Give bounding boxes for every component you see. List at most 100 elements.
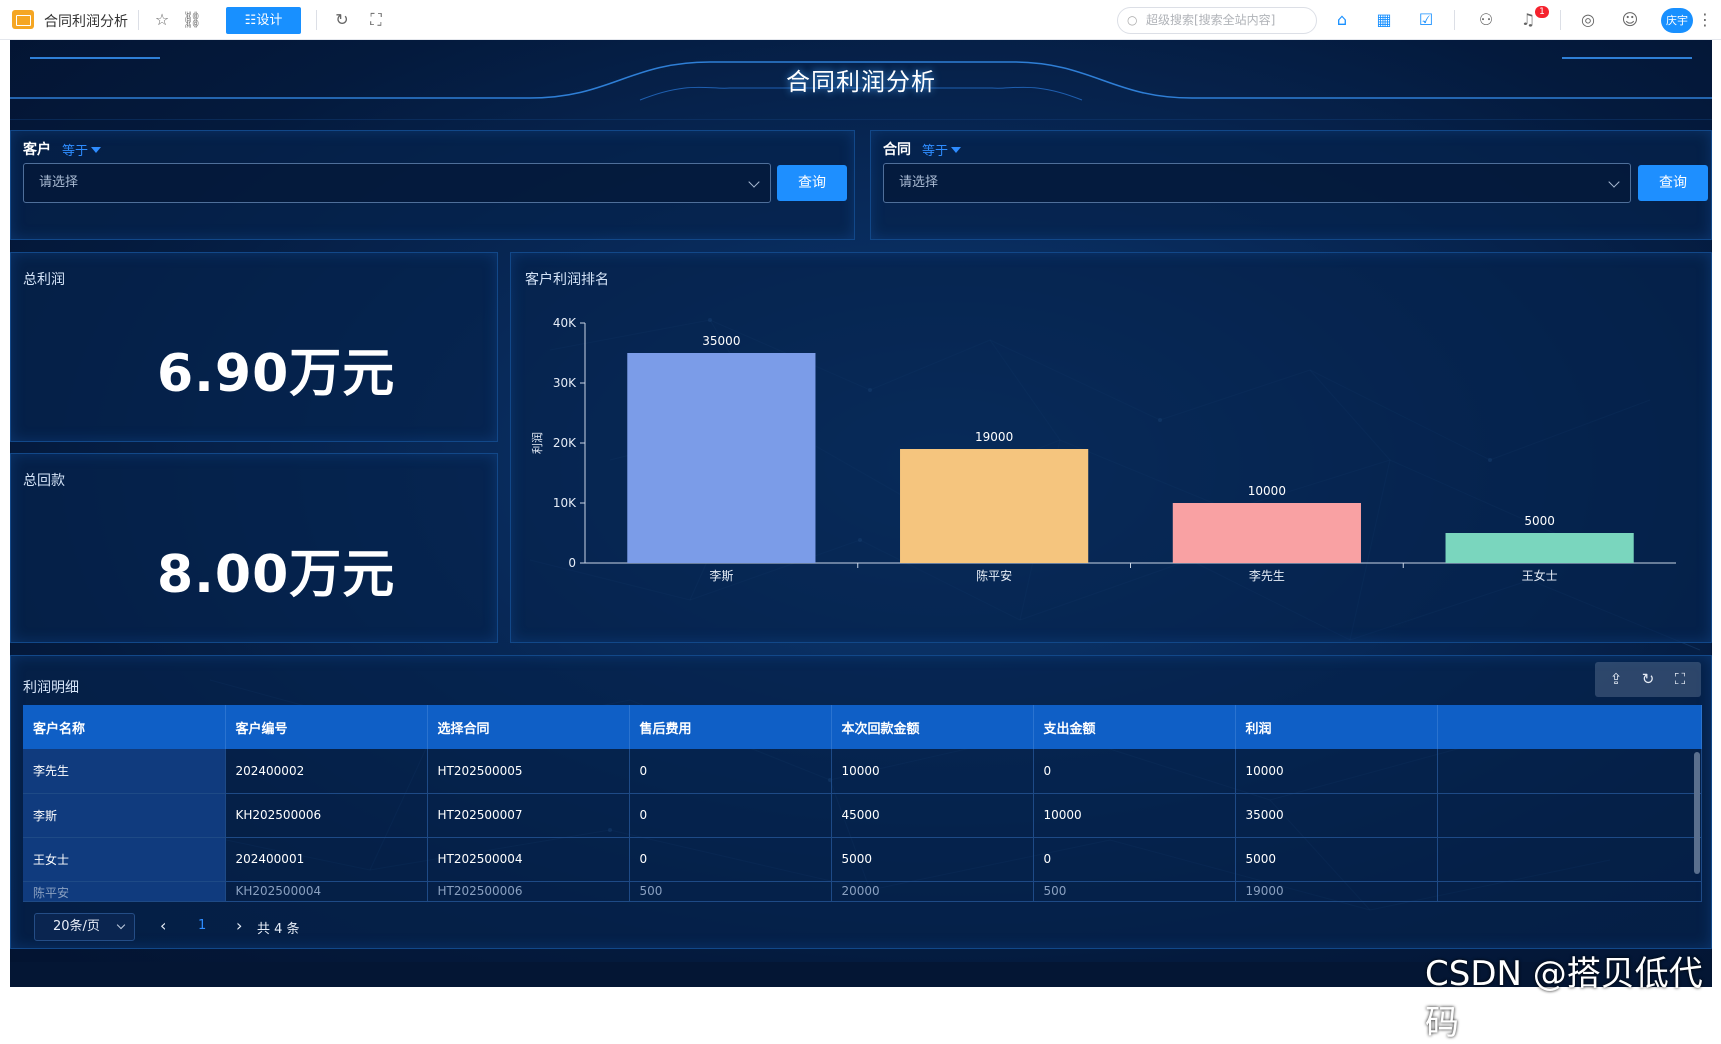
profit-bar-chart: 0 10K 20K 30K 40K 利润 35000 李斯 19000 陈平安 10000 李先生 50… <box>530 316 1676 583</box>
table-cell <box>1437 793 1702 838</box>
customer-profit-ranking-panel: 客户利润排名 0 10K 20K 30K 40K 利润 35000 李斯 19000 陈平安 100… <box>510 252 1712 643</box>
bar <box>1172 503 1361 563</box>
customer-select[interactable]: 请选择 <box>23 163 771 203</box>
apps-icon[interactable]: ▦ <box>1372 8 1396 32</box>
table-cell <box>1437 837 1702 882</box>
contract-operator-dropdown[interactable]: 等于 <box>922 140 962 159</box>
total-profit-card: 总利润 6.90万元 <box>10 252 498 442</box>
column-header[interactable]: 客户名称 <box>23 705 226 749</box>
total-count: 共 4 条 <box>257 922 300 937</box>
table-header-row: 客户名称 客户编号 选择合同 售后费用 本次回款金额 支出金额 利润 <box>23 705 1702 749</box>
column-header[interactable]: 客户编号 <box>225 705 428 749</box>
bar <box>627 353 816 563</box>
current-page-number[interactable]: 1 <box>198 918 206 933</box>
refresh-icon[interactable]: ↻ <box>1637 668 1659 690</box>
caret-down-icon <box>91 147 102 153</box>
column-header <box>1437 705 1702 749</box>
top-toolbar: 合同利润分析 ☆ ⛓ ☷设计 ↻ ⛶ ○ 超级搜索[搜索全站内容] ⌂ ▦ ☑ … <box>0 0 1721 40</box>
table-cell <box>1437 749 1702 794</box>
contract-filter-panel: 合同 等于 请选择 查询 <box>870 130 1712 240</box>
more-icon[interactable]: ⋮ <box>1697 8 1713 32</box>
table-cell: 0 <box>1033 749 1236 794</box>
search-icon: ○ <box>1127 13 1138 27</box>
table-scrollbar[interactable] <box>1694 752 1700 874</box>
table-cell: 20000 <box>831 881 1034 902</box>
bar <box>900 449 1089 563</box>
export-icon[interactable]: ⇪ <box>1605 668 1627 690</box>
design-button[interactable]: ☷设计 <box>226 7 301 34</box>
expand-icon[interactable]: ⛶ <box>1669 668 1691 690</box>
column-header[interactable]: 支出金额 <box>1033 705 1236 749</box>
table-cell: 202400002 <box>225 749 428 794</box>
customer-query-button[interactable]: 查询 <box>777 165 847 201</box>
notification-badge: 1 <box>1535 6 1549 18</box>
customer-filter-label: 客户 <box>23 142 51 158</box>
global-search-input[interactable]: ○ 超级搜索[搜索全站内容] <box>1117 7 1317 34</box>
total-payment-card: 总回款 8.00万元 <box>10 453 498 643</box>
help-icon[interactable]: ⚇ <box>1474 8 1498 32</box>
bar-data-label: 35000 <box>702 334 740 348</box>
caret-down-icon <box>951 147 962 153</box>
column-header[interactable]: 选择合同 <box>427 705 630 749</box>
y-tick-label: 40K <box>553 316 577 330</box>
table-cell: 5000 <box>1235 837 1438 882</box>
avatar[interactable]: 庆宇 <box>1661 8 1693 33</box>
customer-operator-dropdown[interactable]: 等于 <box>62 140 102 159</box>
compass-icon[interactable]: ◎ <box>1576 8 1600 32</box>
chevron-down-icon <box>748 176 760 188</box>
table-cell: 500 <box>1033 881 1236 902</box>
table-cell: KH202500006 <box>225 793 428 838</box>
chevron-down-icon <box>116 920 126 930</box>
table-row[interactable]: 王女士 202400001 HT202500004 0 5000 0 5000 <box>23 837 1702 882</box>
toolbar-divider <box>316 10 317 30</box>
select-placeholder: 请选择 <box>39 175 79 190</box>
table-title: 利润明细 <box>23 680 79 696</box>
select-placeholder: 请选择 <box>899 175 939 190</box>
user-icon[interactable]: ☺ <box>1618 8 1642 32</box>
task-check-icon[interactable]: ☑ <box>1414 8 1438 32</box>
contract-query-button[interactable]: 查询 <box>1638 165 1708 201</box>
y-tick-label: 0 <box>568 556 576 570</box>
folder-icon <box>12 10 34 29</box>
table-cell: 202400001 <box>225 837 428 882</box>
x-tick-label: 陈平安 <box>976 568 1012 583</box>
search-placeholder: 超级搜索[搜索全站内容] <box>1146 13 1276 27</box>
toolbar-divider <box>1454 10 1455 30</box>
column-header[interactable]: 利润 <box>1235 705 1438 749</box>
bar-data-label: 5000 <box>1524 514 1555 528</box>
table-row[interactable]: 陈平安 KH202500004 HT202500006 500 20000 50… <box>23 881 1702 902</box>
contract-select[interactable]: 请选择 <box>883 163 1631 203</box>
table-cell: HT202500004 <box>427 837 630 882</box>
link-icon[interactable]: ⛓ <box>180 8 204 32</box>
table-cell: 王女士 <box>23 837 226 882</box>
operator-label: 等于 <box>922 144 949 159</box>
table-cell: 0 <box>629 837 832 882</box>
fullscreen-icon[interactable]: ⛶ <box>364 8 388 32</box>
column-header[interactable]: 售后费用 <box>629 705 832 749</box>
star-icon[interactable]: ☆ <box>150 8 174 32</box>
table-cell: 李斯 <box>23 793 226 838</box>
page-size-select[interactable]: 20条/页 <box>34 913 135 941</box>
next-page-button[interactable]: › <box>236 916 242 935</box>
home-icon[interactable]: ⌂ <box>1330 8 1354 32</box>
watermark-text: CSDN @搭贝低代码 <box>1425 954 1703 1043</box>
table-cell: 19000 <box>1235 881 1438 902</box>
table-cell: 0 <box>629 793 832 838</box>
table-row[interactable]: 李先生 202400002 HT202500005 0 10000 0 1000… <box>23 749 1702 794</box>
operator-label: 等于 <box>62 144 89 159</box>
refresh-icon[interactable]: ↻ <box>330 8 354 32</box>
column-header[interactable]: 本次回款金额 <box>831 705 1034 749</box>
total-profit-value: 6.90万元 <box>157 344 396 404</box>
x-tick-label: 王女士 <box>1522 568 1558 583</box>
table-cell: 10000 <box>1033 793 1236 838</box>
customer-filter-panel: 客户 等于 请选择 查询 <box>10 130 855 240</box>
table-cell: 5000 <box>831 837 1034 882</box>
table-cell <box>1437 881 1702 902</box>
tab-title: 合同利润分析 <box>44 14 128 30</box>
x-tick-label: 李斯 <box>709 568 733 583</box>
prev-page-button[interactable]: ‹ <box>160 916 166 935</box>
table-row[interactable]: 李斯 KH202500006 HT202500007 0 45000 10000… <box>23 793 1702 838</box>
toolbar-divider <box>1560 10 1561 30</box>
total-payment-value: 8.00万元 <box>157 545 396 605</box>
page-size-label: 20条/页 <box>53 919 100 934</box>
